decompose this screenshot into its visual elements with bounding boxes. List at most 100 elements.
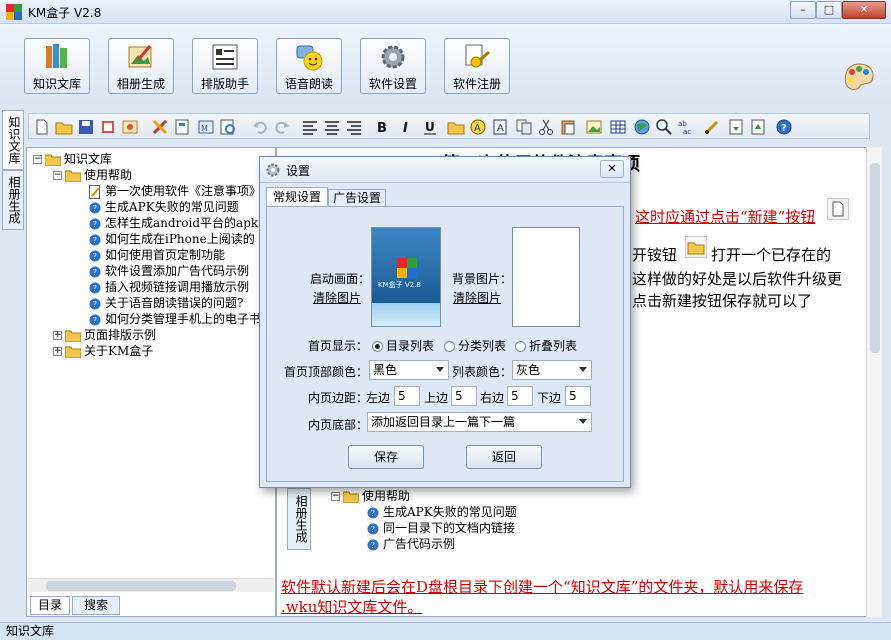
software-settings-button[interactable]: 软件设置	[360, 38, 426, 94]
brush-icon[interactable]	[703, 118, 721, 136]
tree-item[interactable]: 第一次使用软件《注意事项》	[89, 183, 262, 199]
svg-text:?: ?	[93, 204, 97, 213]
svg-text:?: ?	[781, 123, 787, 134]
underline-icon[interactable]: U	[421, 118, 439, 136]
radio-unchecked-icon[interactable]	[515, 341, 526, 352]
layout-assistant-button[interactable]: 排版助手	[192, 38, 258, 94]
tree-folder-layout[interactable]: + 页面排版示例	[53, 327, 156, 343]
export-doc-icon[interactable]	[749, 118, 767, 136]
tree-item[interactable]: ? 如何生成在iPhone上阅读的	[89, 231, 255, 247]
radio-folding-list[interactable]: 折叠列表	[515, 337, 577, 354]
tree-root[interactable]: − 知识文库	[33, 151, 112, 167]
undo-icon[interactable]	[251, 118, 269, 136]
margin-bottom-input[interactable]: 5	[565, 386, 591, 406]
tree-item[interactable]: ? 怎样生成android平台的apk	[89, 215, 258, 231]
tree-item-label: 插入视频链接调用播放示例	[105, 280, 250, 294]
close-button[interactable]: ✕	[842, 1, 886, 19]
dialog-close-button[interactable]: ✕	[600, 160, 624, 178]
redo-icon[interactable]	[273, 118, 291, 136]
tab-search[interactable]: 搜索	[72, 596, 120, 615]
tree-item[interactable]: ? 关于语音朗读错误的问题?	[89, 295, 243, 311]
palette-icon[interactable]	[842, 62, 876, 92]
list-color-select[interactable]: 灰色	[512, 360, 592, 380]
tools-icon[interactable]	[151, 118, 169, 136]
align-center-icon[interactable]	[323, 118, 341, 136]
spellcheck-icon[interactable]: abac	[677, 118, 695, 136]
page-bottom-select[interactable]: 添加返回目录上一篇下一篇	[367, 412, 592, 432]
tab-general-settings[interactable]: 常规设置	[266, 187, 328, 207]
align-left-icon[interactable]	[301, 118, 319, 136]
folder-link-icon[interactable]	[447, 118, 465, 136]
radio-category-list[interactable]: 分类列表	[444, 337, 506, 354]
clear-startup-image-link[interactable]: 清除图片	[313, 289, 361, 306]
margin-top-input[interactable]: 5	[451, 386, 477, 406]
voice-read-button[interactable]: 语音朗读	[276, 38, 342, 94]
startup-image-preview[interactable]: KM盒子 V2.8	[371, 227, 441, 327]
export-icon[interactable]	[99, 118, 117, 136]
copy-icon[interactable]	[515, 118, 533, 136]
tree-horizontal-scrollbar[interactable]	[28, 578, 274, 592]
bold-icon[interactable]: B	[373, 118, 391, 136]
tree-item[interactable]: ? 软件设置添加广告代码示例	[89, 263, 249, 279]
tree-folder-help[interactable]: − 使用帮助	[53, 167, 132, 183]
knowledge-library-button[interactable]: 知识文库	[24, 38, 90, 94]
embedded-item-label: 生成APK失败的常见问题	[383, 505, 517, 519]
minimize-button[interactable]: –	[790, 1, 816, 19]
image-edit-icon[interactable]	[121, 118, 139, 136]
italic-icon[interactable]: I	[397, 118, 415, 136]
radio-checked-icon[interactable]	[372, 341, 383, 352]
import-icon[interactable]	[727, 118, 745, 136]
margin-left-input[interactable]: 5	[394, 386, 420, 406]
insert-image-icon[interactable]	[585, 118, 603, 136]
album-generate-button[interactable]: 相册生成	[108, 38, 174, 94]
font-color-icon[interactable]: A	[469, 118, 487, 136]
tab-directory[interactable]: 目录	[30, 596, 70, 615]
collapse-icon[interactable]: −	[53, 171, 62, 180]
paste-icon[interactable]	[559, 118, 577, 136]
insert-table-icon[interactable]	[609, 118, 627, 136]
tree-item[interactable]: ? 如何使用首页定制功能	[89, 247, 225, 263]
radio-unchecked-icon[interactable]	[444, 341, 455, 352]
folder-open-icon	[343, 491, 359, 503]
search-doc-icon[interactable]	[219, 118, 237, 136]
background-image-preview[interactable]	[512, 227, 580, 327]
back-button[interactable]: 返回	[466, 445, 542, 469]
status-bar: 知识文库	[0, 622, 891, 640]
find-book-icon[interactable]: M	[197, 118, 215, 136]
tree-folder-about[interactable]: + 关于KM盒子	[53, 343, 153, 359]
cut-icon[interactable]	[537, 118, 555, 136]
globe-icon[interactable]	[633, 118, 651, 136]
svg-text:?: ?	[371, 525, 375, 534]
scroll-thumb[interactable]	[870, 163, 880, 353]
open-folder-icon[interactable]	[55, 118, 73, 136]
expand-icon[interactable]: +	[53, 331, 62, 340]
tab-ad-settings[interactable]: 广告设置	[328, 189, 386, 207]
side-tab-album[interactable]: 相册生成	[2, 170, 24, 230]
help-icon[interactable]: ?	[775, 118, 793, 136]
save-button[interactable]: 保存	[348, 445, 424, 469]
tree-item-label: 如何分类管理手机上的电子书	[105, 312, 262, 326]
radio-directory-list[interactable]: 目录列表	[372, 337, 434, 354]
software-register-button[interactable]: 软件注册	[444, 38, 510, 94]
embedded-folder-label: 使用帮助	[362, 489, 411, 503]
editor-vertical-scrollbar[interactable]	[866, 147, 882, 617]
tree-item[interactable]: ? 如何分类管理手机上的电子书	[89, 311, 261, 327]
scroll-thumb[interactable]	[46, 581, 236, 591]
align-right-icon[interactable]	[345, 118, 363, 136]
side-tab-knowledge[interactable]: 知识文库	[2, 110, 24, 170]
new-icon[interactable]	[33, 118, 51, 136]
tree-item[interactable]: ? 生成APK失败的常见问题	[89, 199, 239, 215]
startup-image-label: 启动画面：	[310, 272, 371, 286]
expand-icon[interactable]: +	[53, 347, 62, 356]
bookmark-icon[interactable]	[173, 118, 191, 136]
text-box-icon[interactable]: A	[491, 118, 509, 136]
top-color-select[interactable]: 黑色	[369, 360, 449, 380]
collapse-icon[interactable]: −	[33, 155, 42, 164]
zoom-icon[interactable]	[655, 118, 673, 136]
margin-right-input[interactable]: 5	[507, 386, 533, 406]
maximize-button[interactable]: □	[816, 1, 842, 19]
tree-item[interactable]: ? 插入视频链接调用播放示例	[89, 279, 249, 295]
save-icon[interactable]	[77, 118, 95, 136]
clear-background-image-link[interactable]: 清除图片	[453, 289, 501, 306]
svg-text:I: I	[403, 121, 408, 136]
